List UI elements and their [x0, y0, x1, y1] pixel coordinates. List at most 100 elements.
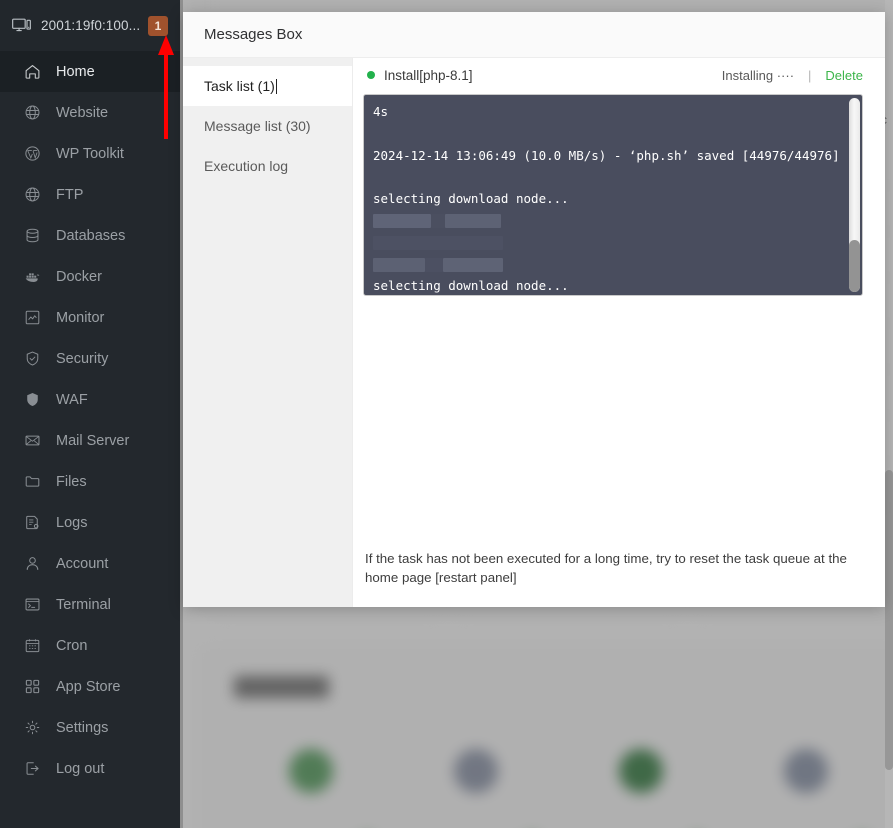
sidebar-host-label: 2001:19f0:100...: [41, 18, 139, 33]
tab-label: Message list (30): [204, 118, 311, 134]
dialog-title: Messages Box: [183, 12, 885, 58]
folder-icon: [24, 473, 41, 490]
background-tile-row: Enterprise 5.10: [229, 719, 889, 828]
dialog-body: Task list (1) Message list (30) Executio…: [183, 58, 885, 607]
sidebar-item-label: Logs: [56, 514, 88, 531]
dialog-hint-note: If the task has not been executed for a …: [365, 551, 847, 585]
terminal-output-box[interactable]: 4s 2024-12-14 13:06:49 (10.0 MB/s) - ‘ph…: [363, 94, 863, 296]
sidebar-item-waf[interactable]: WAF: [0, 379, 180, 420]
sidebar-item-label: App Store: [56, 678, 121, 695]
sidebar-item-label: Monitor: [56, 309, 105, 326]
terminal-icon: [24, 596, 41, 613]
sidebar-item-monitor[interactable]: Monitor: [0, 297, 180, 338]
sidebar-item-label: Website: [56, 104, 109, 121]
terminal-scrollbar-thumb[interactable]: [849, 240, 860, 292]
sidebar-item-wp-toolkit[interactable]: WP Toolkit: [0, 133, 180, 174]
sidebar-item-label: Settings: [56, 719, 109, 736]
sidebar-item-label: Account: [56, 555, 109, 572]
sidebar-item-label: WAF: [56, 391, 88, 408]
sidebar-item-files[interactable]: Files: [0, 461, 180, 502]
background-tile: [724, 719, 889, 828]
delete-task-button[interactable]: Delete: [825, 68, 863, 83]
sidebar-item-label: Files: [56, 473, 87, 490]
sidebar: 2001:19f0:100... 1 Home Website WP Toolk…: [0, 0, 180, 828]
background-panel-bottom: Enterprise 5.10: [203, 650, 893, 828]
mail-icon: [24, 432, 41, 449]
sidebar-item-website[interactable]: Website: [0, 92, 180, 133]
globe-icon: [24, 186, 41, 203]
terminal-line-redacted: [373, 213, 501, 228]
background-tile-icon: [619, 749, 663, 793]
gear-icon: [24, 719, 41, 736]
sidebar-item-label: Databases: [56, 227, 126, 244]
sidebar-item-security[interactable]: Security: [0, 338, 180, 379]
sidebar-item-log-out[interactable]: Log out: [0, 748, 180, 789]
sidebar-item-label: Terminal: [56, 596, 111, 613]
sidebar-item-app-store[interactable]: App Store: [0, 666, 180, 707]
background-tile-icon: [784, 749, 828, 793]
page-scrollbar-thumb[interactable]: [885, 470, 893, 770]
tab-label: Execution log: [204, 158, 289, 174]
home-icon: [24, 63, 41, 80]
user-icon: [24, 555, 41, 572]
sidebar-item-label: FTP: [56, 186, 84, 203]
messages-box-dialog: Messages Box Task list (1) Message list …: [183, 12, 885, 607]
sidebar-item-mail-server[interactable]: Mail Server: [0, 420, 180, 461]
shield-icon: [24, 391, 41, 408]
dialog-tab-list: Task list (1) Message list (30) Executio…: [183, 58, 353, 607]
sidebar-scrollbar[interactable]: [176, 0, 180, 828]
background-tile-icon: [289, 749, 333, 793]
database-icon: [24, 227, 41, 244]
chart-icon: [24, 309, 41, 326]
logout-icon: [24, 760, 41, 777]
terminal-line: selecting download node...: [373, 278, 569, 294]
sidebar-item-home[interactable]: Home: [0, 51, 180, 92]
dialog-main-panel: Install[php-8.1] Installing ···· | Delet…: [353, 58, 885, 607]
task-name: Install[php-8.1]: [384, 67, 473, 83]
sidebar-item-label: Security: [56, 350, 109, 367]
sidebar-item-label: Home: [56, 63, 95, 80]
sidebar-item-settings[interactable]: Settings: [0, 707, 180, 748]
sidebar-item-logs[interactable]: Logs: [0, 502, 180, 543]
sidebar-item-terminal[interactable]: Terminal: [0, 584, 180, 625]
tab-message-list[interactable]: Message list (30): [183, 106, 352, 146]
sidebar-item-databases[interactable]: Databases: [0, 215, 180, 256]
monitor-icon: [12, 18, 32, 34]
tab-task-list[interactable]: Task list (1): [183, 66, 352, 106]
grid-icon: [24, 678, 41, 695]
background-panel-title: [234, 676, 329, 698]
background-tile: [229, 719, 394, 828]
terminal-scrollbar[interactable]: [849, 98, 860, 292]
sidebar-item-account[interactable]: Account: [0, 543, 180, 584]
sidebar-menu: Home Website WP Toolkit FTP Databases Do…: [0, 51, 180, 789]
sidebar-item-label: Cron: [56, 637, 88, 654]
wordpress-icon: [24, 145, 41, 162]
background-tile: [559, 719, 724, 828]
terminal-line: 4s: [373, 104, 389, 119]
terminal-line-redacted: [373, 235, 503, 250]
terminal-output-text: 4s 2024-12-14 13:06:49 (10.0 MB/s) - ‘ph…: [364, 95, 862, 295]
sidebar-item-cron[interactable]: Cron: [0, 625, 180, 666]
shield-check-icon: [24, 350, 41, 367]
terminal-line-redacted: [373, 257, 503, 272]
terminal-line: 2024-12-14 13:06:49 (10.0 MB/s) - ‘php.s…: [373, 147, 840, 163]
sidebar-header: 2001:19f0:100... 1: [0, 0, 180, 51]
sidebar-item-docker[interactable]: Docker: [0, 256, 180, 297]
calendar-icon: [24, 637, 41, 654]
background-tile: Enterprise 5.10: [394, 719, 559, 828]
page-scrollbar[interactable]: [885, 0, 893, 828]
app-root: Enterprise 5.10: [0, 0, 893, 828]
sidebar-task-badge[interactable]: 1: [148, 15, 168, 36]
log-icon: [24, 514, 41, 531]
tab-execution-log[interactable]: Execution log: [183, 146, 352, 186]
sidebar-item-label: Docker: [56, 268, 102, 285]
tab-label: Task list (1): [204, 78, 275, 94]
sidebar-item-label: Mail Server: [56, 432, 130, 449]
terminal-line: selecting download node...: [373, 191, 569, 207]
separator: |: [808, 67, 812, 83]
task-row: Install[php-8.1] Installing ···· | Delet…: [353, 58, 885, 92]
sidebar-item-ftp[interactable]: FTP: [0, 174, 180, 215]
sidebar-item-label: WP Toolkit: [56, 145, 124, 162]
